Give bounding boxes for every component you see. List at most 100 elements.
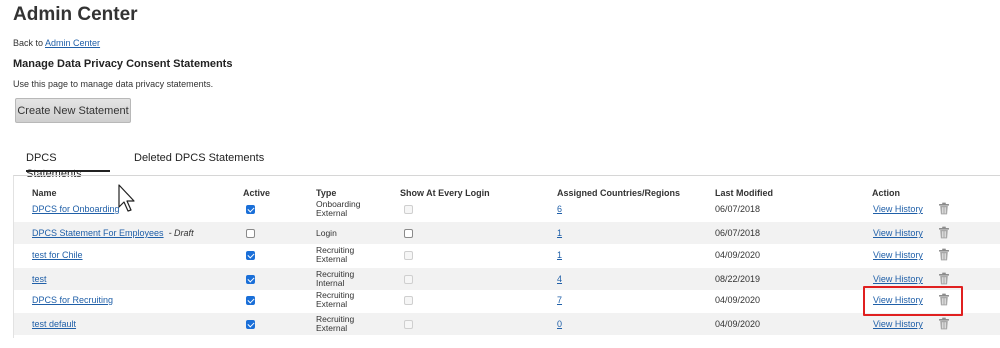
row-type-cell: Login [316, 222, 337, 244]
row-action-cell: View History [872, 198, 923, 220]
trash-icon[interactable] [938, 226, 950, 239]
statement-name-link[interactable]: test for Chile [32, 250, 83, 260]
row-type-cell: Recruiting External [316, 289, 354, 311]
back-line: Back to Admin Center [13, 38, 100, 48]
statement-name-link[interactable]: test default [32, 319, 76, 329]
assigned-countries-link[interactable]: 0 [557, 319, 562, 329]
show-at-every-login-checkbox [404, 319, 413, 329]
statement-name-link[interactable]: DPCS for Recruiting [32, 295, 113, 305]
row-countries-cell: 4 [557, 268, 562, 290]
trash-icon[interactable] [938, 272, 950, 285]
table-row: DPCS Statement For Employees - Draft Log… [14, 222, 1000, 244]
assigned-countries-link[interactable]: 1 [557, 228, 562, 238]
assigned-countries-link[interactable]: 1 [557, 250, 562, 260]
row-countries-cell: 0 [557, 313, 562, 335]
back-prefix: Back to [13, 38, 44, 48]
show-at-every-login-checkbox [404, 295, 413, 305]
create-new-statement-button[interactable]: Create New Statement [15, 98, 131, 123]
page-description: Use this page to manage data privacy sta… [13, 79, 214, 89]
row-countries-cell: 7 [557, 289, 562, 311]
row-show-cell [400, 222, 413, 244]
type-line-2: External [316, 208, 348, 218]
row-name-cell: DPCS for Onboarding [32, 198, 120, 220]
type-line-2: External [316, 299, 348, 309]
table-row: test Recruiting Internal 4 08/22/2019 Vi… [14, 268, 1000, 290]
view-history-link[interactable]: View History [873, 274, 923, 284]
row-countries-cell: 1 [557, 222, 562, 244]
row-last-modified-cell: 06/07/2018 [715, 228, 761, 238]
view-history-link[interactable]: View History [873, 319, 923, 329]
statement-name-link[interactable]: test [32, 274, 47, 284]
table-row: test for Chile Recruiting External 1 04/… [14, 244, 1000, 266]
row-active-cell [243, 289, 255, 311]
view-history-highlight-box [863, 286, 963, 316]
row-last-modified-cell: 04/09/2020 [715, 295, 761, 305]
type-line-2: Internal [316, 278, 345, 288]
row-type-cell: Recruiting External [316, 244, 354, 266]
back-to-admin-center-link[interactable]: Admin Center [45, 38, 100, 48]
tab-dpcs-statements[interactable]: DPCS Statements [26, 150, 110, 180]
show-at-every-login-checkbox [404, 274, 413, 284]
row-active-cell [243, 222, 255, 244]
row-show-cell [400, 289, 413, 311]
mouse-pointer-icon [118, 184, 135, 212]
row-name-cell: test for Chile [32, 244, 83, 266]
view-history-link[interactable]: View History [873, 228, 923, 238]
statements-table: Name Active Type Show At Every Login Ass… [13, 175, 1000, 338]
tab-deleted-dpcs-statements[interactable]: Deleted DPCS Statements [134, 150, 264, 172]
table-row: test default Recruiting External 0 04/09… [14, 313, 1000, 335]
row-last-modified-cell: 06/07/2018 [715, 204, 761, 214]
assigned-countries-link[interactable]: 6 [557, 204, 562, 214]
trash-icon[interactable] [938, 317, 950, 330]
row-action-cell: View History [872, 244, 923, 266]
row-active-cell [243, 313, 255, 335]
active-checkbox[interactable] [246, 228, 255, 238]
row-last-modified-cell: 04/09/2020 [715, 319, 761, 329]
row-show-cell [400, 244, 413, 266]
row-type-cell: Recruiting External [316, 313, 354, 335]
statement-name-link[interactable]: DPCS Statement For Employees [32, 228, 164, 238]
active-checkbox[interactable] [246, 274, 255, 284]
show-at-every-login-checkbox[interactable] [404, 228, 413, 238]
row-type-cell: Recruiting Internal [316, 268, 354, 290]
row-name-cell: DPCS for Recruiting [32, 289, 113, 311]
tab-bar: DPCS Statements Deleted DPCS Statements [13, 150, 1000, 180]
row-active-cell [243, 198, 255, 220]
trash-icon[interactable] [938, 248, 950, 261]
row-active-cell [243, 244, 255, 266]
row-name-cell: test default [32, 313, 76, 335]
page-subtitle: Manage Data Privacy Consent Statements [13, 58, 233, 70]
trash-icon[interactable] [938, 202, 950, 215]
active-checkbox[interactable] [246, 295, 255, 305]
show-at-every-login-checkbox [404, 250, 413, 260]
row-type-cell: Onboarding External [316, 198, 360, 220]
row-show-cell [400, 313, 413, 335]
table-row: DPCS for Onboarding Onboarding External … [14, 198, 1000, 220]
active-checkbox[interactable] [246, 204, 255, 214]
assigned-countries-link[interactable]: 4 [557, 274, 562, 284]
type-line-2: External [316, 254, 348, 264]
row-action-cell: View History [872, 313, 923, 335]
type-line-2: External [316, 323, 348, 333]
row-last-modified-cell: 08/22/2019 [715, 274, 761, 284]
assigned-countries-link[interactable]: 7 [557, 295, 562, 305]
table-row: DPCS for Recruiting Recruiting External … [14, 289, 1000, 311]
page-title: Admin Center [13, 4, 138, 25]
draft-label: - Draft [168, 228, 194, 238]
row-show-cell [400, 268, 413, 290]
statement-name-link[interactable]: DPCS for Onboarding [32, 204, 120, 214]
show-at-every-login-checkbox [404, 204, 413, 214]
row-countries-cell: 6 [557, 198, 562, 220]
row-name-cell: test [32, 268, 47, 290]
row-active-cell [243, 268, 255, 290]
type-line-1: Login [316, 227, 337, 238]
row-name-cell: DPCS Statement For Employees - Draft [32, 222, 194, 244]
view-history-link[interactable]: View History [873, 250, 923, 260]
active-checkbox[interactable] [246, 319, 255, 329]
row-show-cell [400, 198, 413, 220]
active-checkbox[interactable] [246, 250, 255, 260]
row-last-modified-cell: 04/09/2020 [715, 250, 761, 260]
row-action-cell: View History [872, 222, 923, 244]
view-history-link[interactable]: View History [873, 204, 923, 214]
row-countries-cell: 1 [557, 244, 562, 266]
